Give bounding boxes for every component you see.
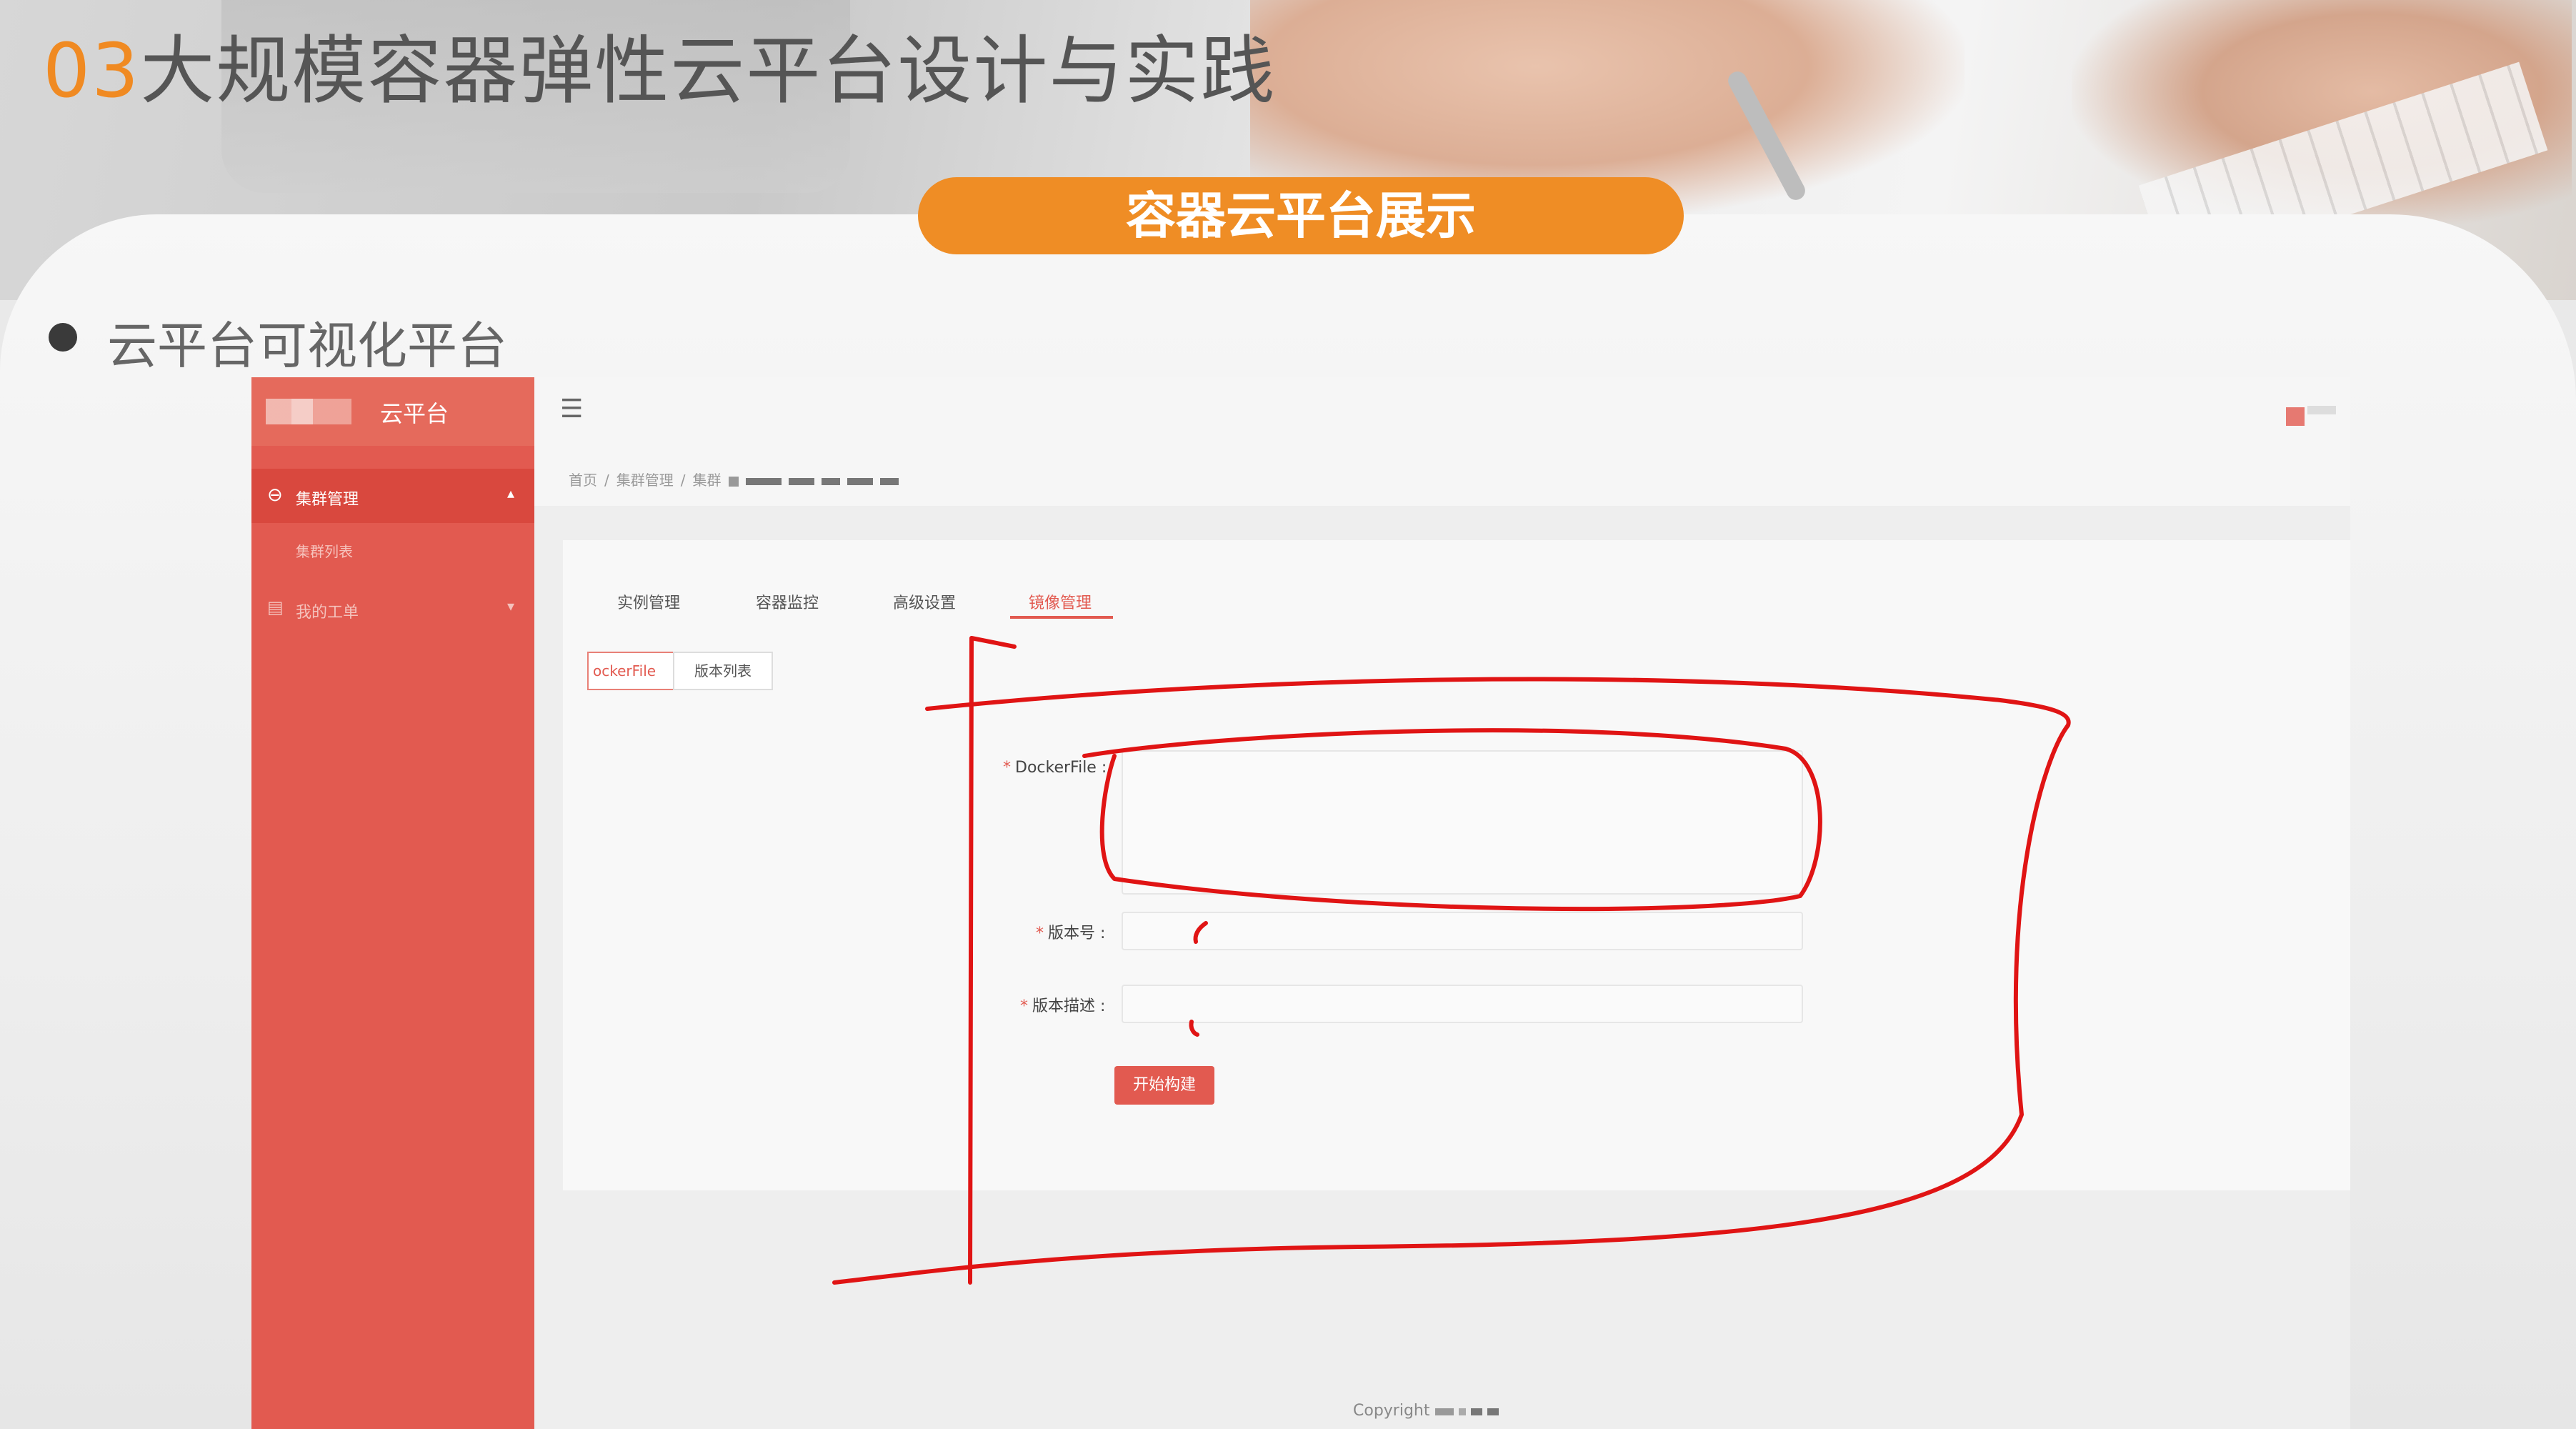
annotation-stroke <box>1189 1020 1199 1037</box>
annotation-stroke <box>968 636 1017 1285</box>
red-annotation-drawing <box>832 636 2071 1285</box>
annotation-stroke <box>1193 921 1208 944</box>
annotation-stroke <box>832 677 2071 1285</box>
annotation-stroke <box>1082 728 1822 912</box>
